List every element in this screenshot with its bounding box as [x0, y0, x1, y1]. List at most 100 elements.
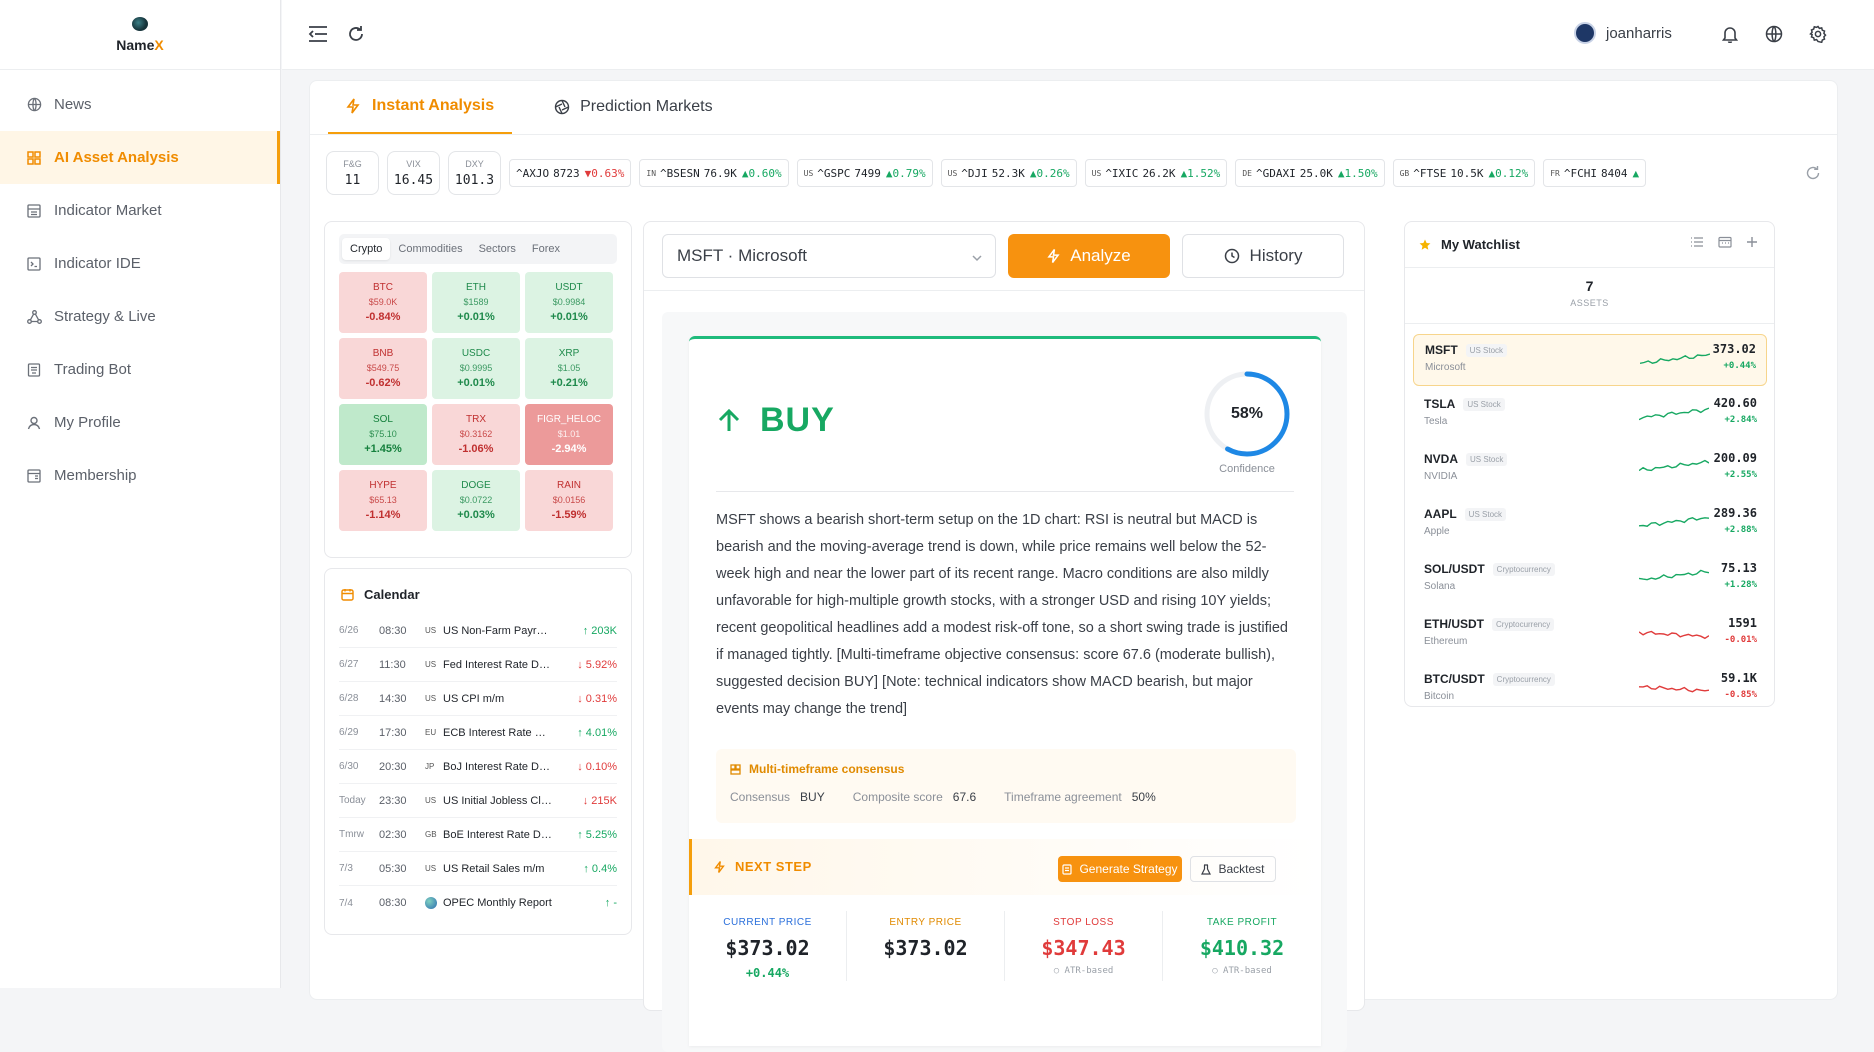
watchlist-item[interactable]: MSFT US Stock Microsoft 373.02 +0.44%: [1413, 334, 1767, 386]
calendar-row[interactable]: 6/29 17:30 EU ECB Interest Rate De... ↑ 4.01…: [339, 716, 617, 750]
index-quote[interactable]: DE ^GDAXI 25.0K ▲1.50%: [1235, 159, 1385, 187]
event-value: ↑ 0.4%: [583, 862, 617, 875]
heatmap-symbol: USDC: [461, 348, 491, 359]
heatmap-cell[interactable]: SOL $75.10 +1.45%: [339, 404, 427, 465]
watchlist-item[interactable]: TSLA US Stock Tesla 420.60 +2.84%: [1413, 389, 1767, 441]
heatmap-cell[interactable]: TRX $0.3162 -1.06%: [432, 404, 520, 465]
index-quote[interactable]: ^AXJO 8723 ▼0.63%: [509, 159, 632, 187]
sentiment-stat[interactable]: F&G 11: [326, 151, 379, 195]
sidebar-item-my-profile[interactable]: My Profile: [0, 396, 280, 449]
list-view-icon[interactable]: [1690, 236, 1704, 251]
heatmap-cell[interactable]: HYPE $65.13 -1.14%: [339, 470, 427, 531]
calendar-row[interactable]: Tmrw 02:30 GB BoE Interest Rate De... ↑ 5.25…: [339, 818, 617, 852]
heatmap-symbol: RAIN: [557, 480, 581, 491]
generate-strategy-button[interactable]: Generate Strategy: [1058, 856, 1182, 882]
menu-collapse-icon[interactable]: [306, 22, 330, 46]
watchlist-item[interactable]: ETH/USDT Cryptocurrency Ethereum 1591 -0.01%: [1413, 609, 1767, 661]
heatmap-change: +1.45%: [364, 443, 402, 455]
language-globe-icon[interactable]: [1762, 22, 1786, 46]
calendar-row[interactable]: 7/4 08:30 OPEC Monthly Report ↑ -: [339, 886, 617, 920]
ticker-refresh-icon[interactable]: [1805, 165, 1821, 181]
symbol-text: TSLA: [1424, 397, 1456, 411]
sidebar-item-strategy-live[interactable]: Strategy & Live: [0, 290, 280, 343]
sentiment-stat[interactable]: DXY 101.3: [448, 151, 501, 195]
sidebar: NameX News AI Asset Analysis Indicator Mar…: [0, 0, 281, 988]
add-icon[interactable]: [1746, 236, 1758, 251]
asset-name: Ethereum: [1424, 636, 1468, 647]
event-time: 05:30: [379, 862, 407, 875]
heatmap-symbol: XRP: [558, 348, 580, 359]
heatmap-cell[interactable]: DOGE $0.0722 +0.03%: [432, 470, 520, 531]
market-tab-forex[interactable]: Forex: [524, 238, 568, 260]
watchlist-item[interactable]: AAPL US Stock Apple 289.36 +2.88%: [1413, 499, 1767, 551]
index-quote[interactable]: IN ^BSESN 76.9K ▲0.60%: [639, 159, 789, 187]
market-tab-crypto[interactable]: Crypto: [342, 238, 391, 260]
asset-name: Bitcoin: [1424, 691, 1455, 702]
index-quote[interactable]: GB ^FTSE 10.5K ▲0.12%: [1392, 159, 1536, 187]
calendar-row[interactable]: Today 23:30 US US Initial Jobless Claims ↓ 2…: [339, 784, 617, 818]
calendar-row[interactable]: 7/3 05:30 US US Retail Sales m/m ↑ 0.4%: [339, 852, 617, 886]
heatmap-cell[interactable]: ETH $1589 +0.01%: [432, 272, 520, 333]
heatmap-cell[interactable]: FIGR_HELOC $1.01 -2.94%: [525, 404, 613, 465]
heatmap-cell[interactable]: RAIN $0.0156 -1.59%: [525, 470, 613, 531]
watchlist-title: My Watchlist: [1441, 237, 1520, 252]
quote-symbol: ^GSPC: [817, 166, 851, 180]
market-tab-sectors[interactable]: Sectors: [471, 238, 524, 260]
sidebar-item-indicator-market[interactable]: Indicator Market: [0, 184, 280, 237]
index-quote[interactable]: US ^GSPC 7499 ▲0.79%: [796, 159, 933, 187]
heatmap-symbol: USDT: [555, 282, 583, 293]
card-icon: [26, 468, 42, 484]
tab-label: Prediction Markets: [580, 98, 713, 115]
event-name: US Non-Farm Payrolls: [443, 624, 553, 637]
analyze-button[interactable]: Analyze: [1008, 234, 1170, 278]
index-quote[interactable]: US ^IXIC 26.2K ▲1.52%: [1084, 159, 1228, 187]
backtest-button[interactable]: Backtest: [1190, 856, 1276, 882]
watchlist-item[interactable]: NVDA US Stock NVIDIA 200.09 +2.55%: [1413, 444, 1767, 496]
user-menu[interactable]: joanharris: [1574, 22, 1672, 44]
refresh-icon[interactable]: [344, 22, 368, 46]
heatmap-cell[interactable]: USDT $0.9984 +0.01%: [525, 272, 613, 333]
code-icon: [26, 256, 42, 272]
event-time: 02:30: [379, 828, 407, 841]
analysis-result-area: BUY 58% Confidence MSFT shows a bearish …: [662, 312, 1347, 1052]
symbol-text: NVDA: [1424, 452, 1459, 466]
history-button[interactable]: History: [1182, 234, 1344, 278]
asset-type-badge: Cryptocurrency: [1492, 617, 1555, 631]
calendar-row[interactable]: 6/26 08:30 US US Non-Farm Payrolls ↑ 203K: [339, 614, 617, 648]
watchlist-item[interactable]: SOL/USDT Cryptocurrency Solana 75.13 +1.28%: [1413, 554, 1767, 606]
market-tab-commodities[interactable]: Commodities: [390, 238, 470, 260]
index-quote[interactable]: US ^DJI 52.3K ▲0.26%: [940, 159, 1077, 187]
tab-prediction-markets[interactable]: Prediction Markets: [536, 80, 731, 134]
heatmap-cell[interactable]: USDC $0.9995 +0.01%: [432, 338, 520, 399]
tab-label: Instant Analysis: [372, 97, 495, 114]
quote-price: 26.2K: [1142, 166, 1176, 180]
calendar-view-icon[interactable]: [1718, 236, 1732, 251]
symbol-text: MSFT: [1425, 343, 1458, 357]
bell-icon[interactable]: [1718, 22, 1742, 46]
asset-price: 289.36: [1713, 506, 1757, 520]
sentiment-stat[interactable]: VIX 16.45: [387, 151, 440, 195]
sidebar-item-news[interactable]: News: [0, 78, 280, 131]
country-code: DE: [1242, 168, 1252, 178]
price-sub: +0.44%: [745, 966, 790, 980]
sidebar-item-membership[interactable]: Membership: [0, 449, 280, 502]
settings-gear-icon[interactable]: [1806, 22, 1830, 46]
tab-instant-analysis[interactable]: Instant Analysis: [328, 80, 513, 134]
index-quote[interactable]: FR ^FCHI 8404 ▲: [1543, 159, 1647, 187]
calendar-row[interactable]: 6/30 20:30 JP BoJ Interest Rate Dec... ↓ 0.1…: [339, 750, 617, 784]
heatmap-cell[interactable]: BNB $549.75 -0.62%: [339, 338, 427, 399]
calendar-row[interactable]: 6/27 11:30 US Fed Interest Rate De... ↓ 5.92…: [339, 648, 617, 682]
watchlist-item[interactable]: BTC/USDT Cryptocurrency Bitcoin 59.1K -0.85%: [1413, 664, 1767, 716]
calendar-row[interactable]: 6/28 14:30 US US CPI m/m ↓ 0.31%: [339, 682, 617, 716]
star-icon: [1419, 239, 1431, 251]
sidebar-item-trading-bot[interactable]: Trading Bot: [0, 343, 280, 396]
trade-levels: CURRENT PRICE $373.02 +0.44% ENTRY PRICE $37…: [689, 911, 1321, 981]
logo[interactable]: NameX: [0, 0, 280, 70]
sidebar-item-indicator-ide[interactable]: Indicator IDE: [0, 237, 280, 290]
heatmap-change: -0.84%: [365, 311, 401, 323]
sidebar-item-ai-asset-analysis[interactable]: AI Asset Analysis: [0, 131, 280, 184]
heatmap-cell[interactable]: BTC $59.0K -0.84%: [339, 272, 427, 333]
asset-select[interactable]: MSFT · Microsoft: [662, 234, 996, 278]
heatmap-cell[interactable]: XRP $1.05 +0.21%: [525, 338, 613, 399]
signal-label: BUY: [716, 401, 835, 440]
